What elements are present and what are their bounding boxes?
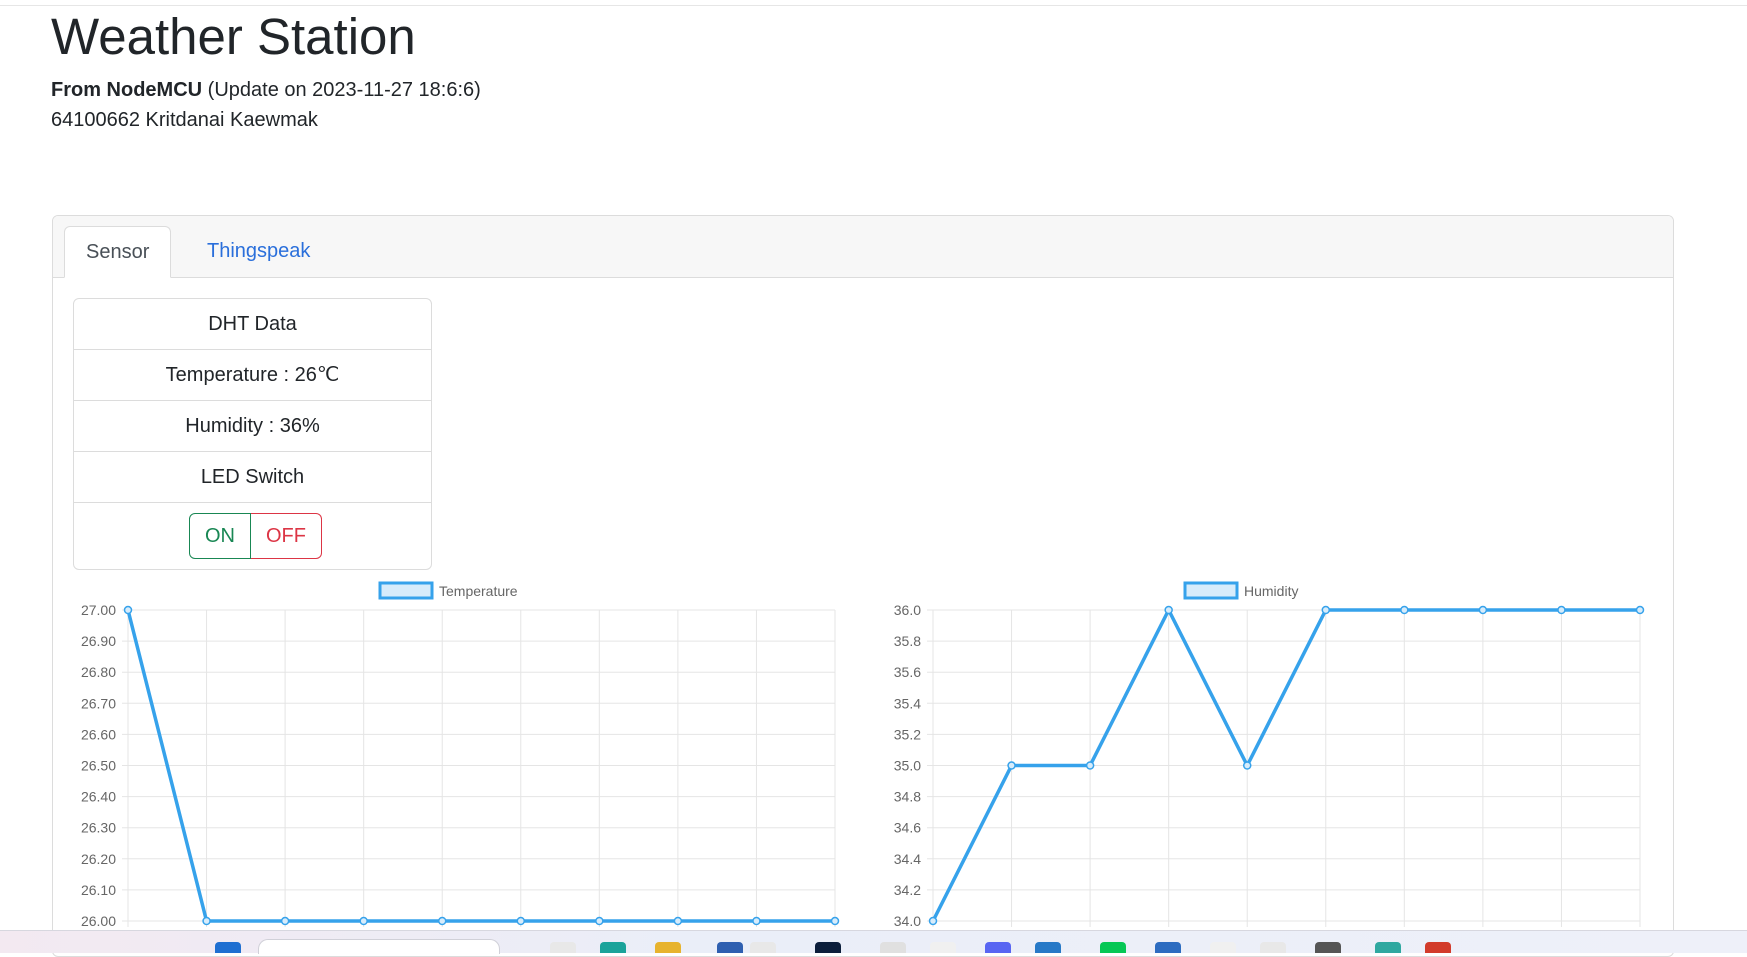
y-tick-label: 26.60 bbox=[81, 726, 116, 742]
data-point bbox=[123, 605, 133, 615]
taskbar bbox=[0, 930, 1747, 954]
data-point bbox=[1242, 761, 1252, 770]
y-tick-label: 35.2 bbox=[894, 726, 921, 742]
taskbar-store-icon[interactable] bbox=[717, 942, 743, 953]
temperature-chart: Temperature 27.00 26.90 26.80 26.70 26.60 26.5… bbox=[81, 581, 840, 929]
y-tick-label: 26.00 bbox=[81, 913, 116, 929]
data-point bbox=[595, 916, 604, 926]
data-point bbox=[673, 916, 683, 926]
taskbar-app-icon[interactable] bbox=[1260, 942, 1286, 953]
taskbar-discord-icon[interactable] bbox=[985, 942, 1011, 953]
taskbar-edge-icon[interactable] bbox=[600, 942, 626, 953]
y-tick-label: 26.20 bbox=[81, 851, 116, 867]
legend-swatch bbox=[378, 581, 434, 600]
data-point bbox=[280, 916, 290, 926]
taskbar-app-icon[interactable] bbox=[880, 942, 906, 953]
y-tick-label: 26.40 bbox=[81, 789, 116, 805]
y-tick-label: 34.0 bbox=[894, 913, 921, 929]
taskbar-file-explorer-icon[interactable] bbox=[655, 942, 681, 953]
data-point bbox=[1478, 605, 1488, 615]
data-point bbox=[1164, 605, 1173, 615]
led-on-button[interactable]: ON bbox=[189, 513, 251, 559]
legend-label: Temperature bbox=[439, 583, 518, 599]
data-point bbox=[752, 916, 761, 926]
taskbar-vscode-icon[interactable] bbox=[1035, 942, 1061, 953]
led-switch-label: LED Switch bbox=[74, 452, 431, 503]
taskbar-windows-start-icon[interactable] bbox=[215, 942, 241, 953]
legend-label: Humidity bbox=[1244, 583, 1298, 599]
y-tick-label: 34.6 bbox=[894, 820, 921, 836]
tab-thingspeak[interactable]: Thingspeak bbox=[186, 226, 331, 277]
data-point bbox=[1085, 761, 1095, 770]
taskbar-app-icon[interactable] bbox=[1375, 942, 1401, 953]
data-point bbox=[359, 916, 368, 926]
tab-bar: Sensor Thingspeak bbox=[53, 216, 1673, 278]
data-point bbox=[1007, 761, 1016, 770]
data-point bbox=[1557, 605, 1566, 615]
taskbar-app-icon[interactable] bbox=[1210, 942, 1236, 953]
y-tick-label: 26.90 bbox=[81, 633, 116, 649]
y-tick-label: 26.30 bbox=[81, 820, 116, 836]
data-point bbox=[202, 916, 211, 926]
dht-panel: DHT Data Temperature : 26℃ Humidity : 36… bbox=[73, 298, 432, 570]
data-point bbox=[516, 916, 526, 926]
y-tick-label: 34.2 bbox=[894, 882, 921, 898]
y-tick-label: 27.00 bbox=[81, 602, 116, 618]
y-tick-label: 36.0 bbox=[894, 602, 921, 618]
page-title: Weather Station bbox=[51, 8, 416, 65]
y-tick-label: 26.50 bbox=[81, 758, 116, 774]
legend-swatch bbox=[1183, 581, 1239, 600]
y-tick-label: 35.0 bbox=[894, 758, 921, 774]
dht-heading: DHT Data bbox=[74, 299, 431, 350]
update-line: From NodeMCU (Update on 2023-11-27 18:6:… bbox=[51, 77, 481, 103]
data-point bbox=[437, 916, 447, 926]
taskbar-app-icon[interactable] bbox=[550, 942, 576, 953]
y-tick-label: 35.6 bbox=[894, 664, 921, 680]
led-button-group: ON OFF bbox=[189, 513, 322, 559]
y-tick-label: 26.70 bbox=[81, 695, 116, 711]
taskbar-app-icon[interactable] bbox=[1155, 942, 1181, 953]
led-off-button[interactable]: OFF bbox=[251, 513, 322, 559]
y-tick-label: 34.4 bbox=[894, 851, 921, 867]
y-tick-label: 34.8 bbox=[894, 789, 921, 805]
source-label: From NodeMCU bbox=[51, 79, 203, 101]
y-tick-label: 35.8 bbox=[894, 633, 921, 649]
taskbar-line-icon[interactable] bbox=[1100, 942, 1126, 953]
humidity-reading: Humidity : 36% bbox=[74, 401, 431, 452]
student-line: 64100662 Kritdanai Kaewmak bbox=[51, 109, 318, 131]
y-tick-label: 35.4 bbox=[894, 695, 921, 711]
y-tick-label: 26.80 bbox=[81, 664, 116, 680]
data-point bbox=[1400, 605, 1409, 615]
taskbar-chrome-icon[interactable] bbox=[1425, 942, 1451, 953]
taskbar-terminal-icon[interactable] bbox=[815, 942, 841, 953]
tab-sensor[interactable]: Sensor bbox=[64, 226, 172, 278]
taskbar-app-icon[interactable] bbox=[750, 942, 776, 953]
temperature-reading: Temperature : 26℃ bbox=[74, 350, 431, 401]
data-point bbox=[830, 916, 840, 926]
update-text: (Update on 2023-11-27 18:6:6) bbox=[207, 79, 481, 101]
taskbar-app-icon[interactable] bbox=[1315, 942, 1341, 953]
humidity-chart: Humidity 36.0 35.8 35.6 35.4 35.2 35.0 34.8 34.6… bbox=[894, 581, 1645, 929]
data-point bbox=[1635, 605, 1645, 615]
y-tick-label: 26.10 bbox=[81, 882, 116, 898]
data-point bbox=[928, 916, 938, 926]
data-point bbox=[1321, 605, 1331, 615]
taskbar-app-icon[interactable] bbox=[930, 942, 956, 953]
